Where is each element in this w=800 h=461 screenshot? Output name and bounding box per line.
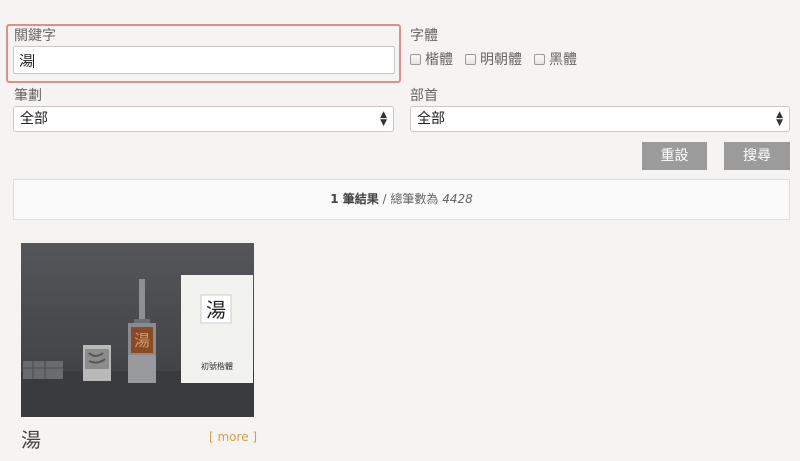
card-caption: 初號楷體 [201, 361, 233, 371]
stroke-label: 筆劃 [14, 88, 42, 104]
font-option-label: 黑體 [549, 52, 577, 68]
result-card-image[interactable]: 湯 湯 初號楷體 [21, 243, 254, 417]
text-caret [33, 54, 34, 68]
results-summary: 1 筆結果 / 總筆數為 4428 [13, 179, 790, 220]
select-arrows-icon: ▲ ▼ [380, 110, 387, 128]
results-count: 1 筆結果 [330, 192, 379, 206]
results-total: 4428 [442, 192, 473, 206]
radical-label: 部首 [410, 88, 438, 104]
results-separator: / 總筆數為 [378, 192, 443, 206]
font-option-label: 楷體 [425, 52, 453, 68]
font-option-kaiti[interactable]: 楷體 [410, 49, 453, 69]
keyword-label: 關鍵字 [14, 28, 56, 44]
checkbox-mincho[interactable] [465, 53, 476, 65]
font-label: 字體 [410, 28, 438, 44]
type-char: 湯 [134, 331, 150, 350]
search-page: 關鍵字 湯 字體 楷體 明朝體 黑體 筆劃 全部 ▲ ▼ 部首 全部 ▲ ▼ 重設 … [0, 0, 800, 461]
metal-type-photo: 湯 湯 初號楷體 [21, 275, 254, 417]
checkbox-heiti[interactable] [534, 53, 545, 65]
font-option-heiti[interactable]: 黑體 [534, 49, 577, 69]
font-option-label: 明朝體 [480, 52, 522, 68]
keyword-input[interactable]: 湯 [13, 46, 395, 74]
font-option-mincho[interactable]: 明朝體 [465, 49, 522, 69]
reset-button[interactable]: 重設 [642, 142, 707, 170]
more-link[interactable]: [ more ] [209, 430, 257, 444]
result-card-title[interactable]: 湯 [21, 424, 41, 453]
select-arrows-icon: ▲ ▼ [776, 110, 783, 128]
stroke-select[interactable]: 全部 ▲ ▼ [13, 106, 394, 132]
checkbox-kaiti[interactable] [410, 53, 421, 65]
radical-select-value: 全部 [417, 111, 445, 127]
stroke-select-value: 全部 [20, 111, 48, 127]
keyword-input-value: 湯 [19, 54, 33, 70]
radical-select[interactable]: 全部 ▲ ▼ [410, 106, 790, 132]
search-button[interactable]: 搜尋 [724, 142, 790, 170]
font-options: 楷體 明朝體 黑體 [410, 49, 577, 69]
card-char: 湯 [206, 298, 226, 322]
